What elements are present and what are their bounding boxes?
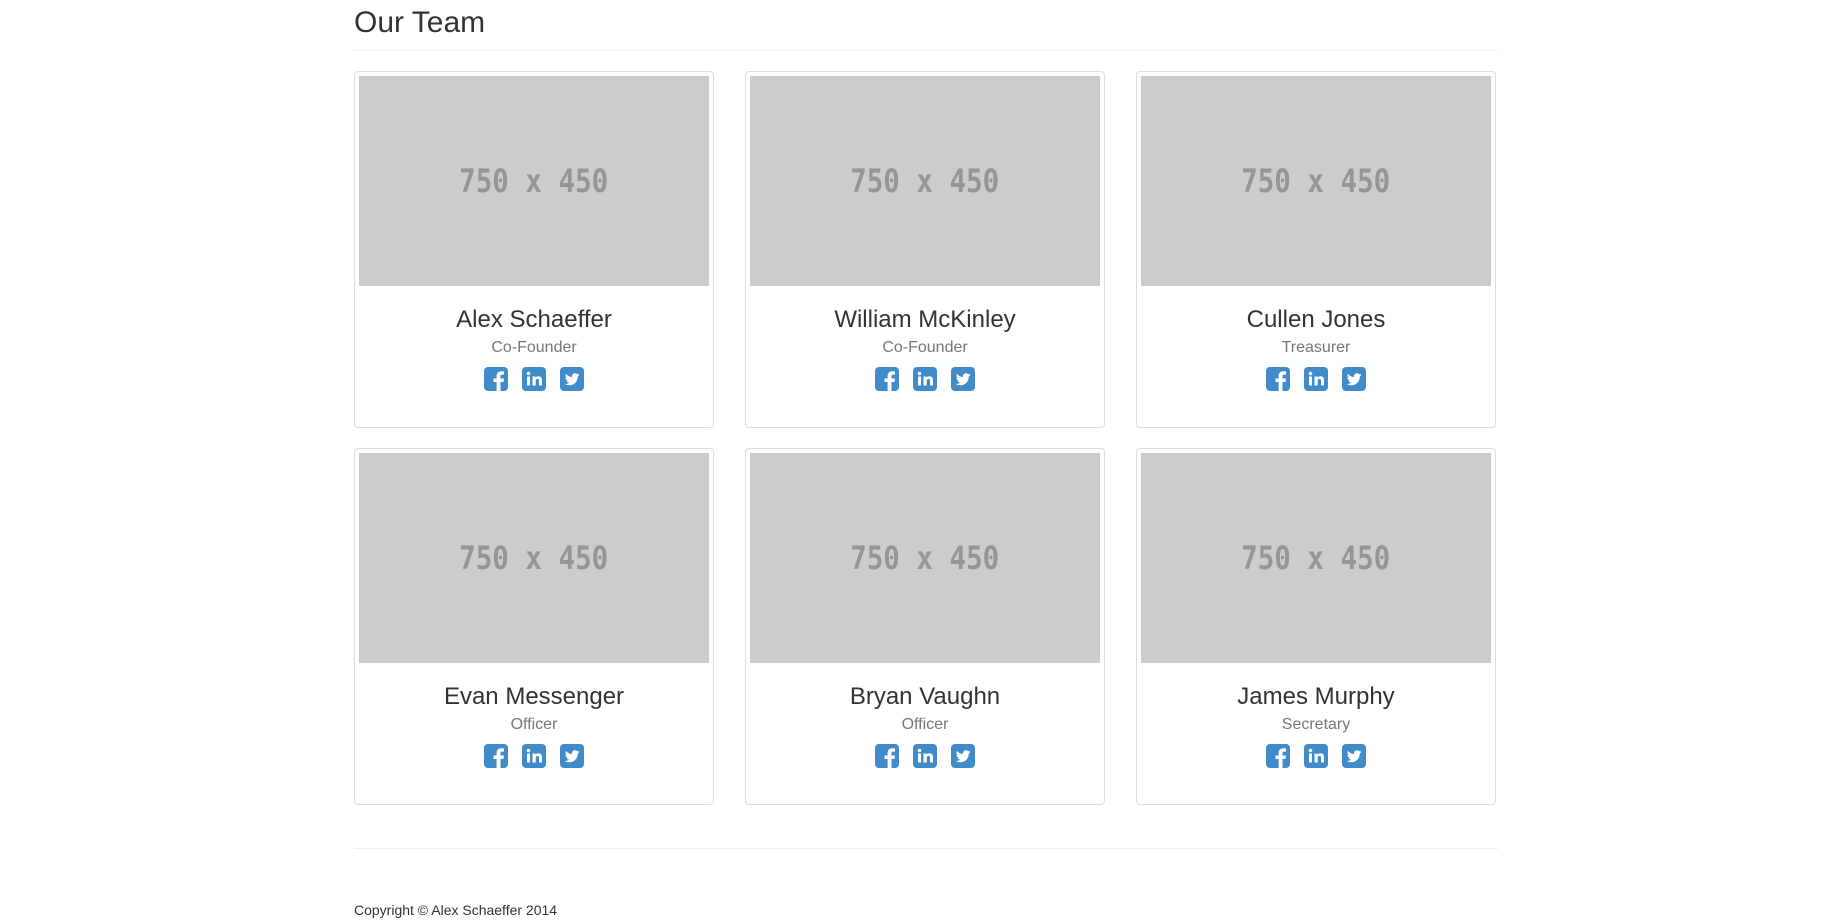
placeholder-dimensions-text: 750 x 450 xyxy=(459,162,609,200)
member-role: Co-Founder xyxy=(491,339,577,356)
member-caption: William McKinley Co-Founder xyxy=(746,306,1104,391)
main-container: Our Team 750 x 450 Alex Schaeffer Co-Fou… xyxy=(354,0,1498,918)
facebook-icon[interactable] xyxy=(484,367,508,391)
placeholder-dimensions-text: 750 x 450 xyxy=(1241,539,1391,577)
member-caption: Alex Schaeffer Co-Founder xyxy=(355,306,713,391)
member-name: Bryan Vaughn xyxy=(849,683,1001,710)
linkedin-icon[interactable] xyxy=(522,744,546,768)
twitter-icon[interactable] xyxy=(951,367,975,391)
linkedin-icon[interactable] xyxy=(913,367,937,391)
member-name: Evan Messenger xyxy=(443,683,625,710)
social-links xyxy=(1137,367,1495,391)
facebook-icon[interactable] xyxy=(1266,744,1290,768)
placeholder-dimensions-text: 750 x 450 xyxy=(850,162,1000,200)
social-links xyxy=(355,367,713,391)
member-photo-placeholder: 750 x 450 xyxy=(1141,76,1491,286)
member-role: Officer xyxy=(901,716,949,733)
team-member-card: 750 x 450 Alex Schaeffer Co-Founder xyxy=(354,71,714,428)
team-member-card: 750 x 450 William McKinley Co-Founder xyxy=(745,71,1105,428)
linkedin-icon[interactable] xyxy=(522,367,546,391)
team-member-card: 750 x 450 Bryan Vaughn Officer xyxy=(745,448,1105,805)
social-links xyxy=(746,744,1104,768)
team-member-card: 750 x 450 Evan Messenger Officer xyxy=(354,448,714,805)
page-title: Our Team xyxy=(354,6,486,39)
twitter-icon[interactable] xyxy=(560,367,584,391)
linkedin-icon[interactable] xyxy=(1304,744,1328,768)
footer-divider xyxy=(354,848,1498,849)
placeholder-dimensions-text: 750 x 450 xyxy=(459,539,609,577)
member-role: Officer xyxy=(510,716,558,733)
twitter-icon[interactable] xyxy=(560,744,584,768)
social-links xyxy=(746,367,1104,391)
twitter-icon[interactable] xyxy=(1342,744,1366,768)
member-photo-placeholder: 750 x 450 xyxy=(359,76,709,286)
member-role: Secretary xyxy=(1281,716,1351,733)
footer-copyright: Copyright © Alex Schaeffer 2014 xyxy=(354,902,558,918)
facebook-icon[interactable] xyxy=(875,367,899,391)
member-name: Cullen Jones xyxy=(1246,306,1386,333)
member-photo-placeholder: 750 x 450 xyxy=(359,453,709,663)
page-header: Our Team xyxy=(354,0,1498,51)
placeholder-dimensions-text: 750 x 450 xyxy=(850,539,1000,577)
facebook-icon[interactable] xyxy=(484,744,508,768)
linkedin-icon[interactable] xyxy=(913,744,937,768)
member-caption: James Murphy Secretary xyxy=(1137,683,1495,768)
member-caption: Evan Messenger Officer xyxy=(355,683,713,768)
member-photo-placeholder: 750 x 450 xyxy=(750,453,1100,663)
member-name: Alex Schaeffer xyxy=(456,306,612,333)
team-member-card: 750 x 450 James Murphy Secretary xyxy=(1136,448,1496,805)
social-links xyxy=(355,744,713,768)
member-caption: Bryan Vaughn Officer xyxy=(746,683,1104,768)
twitter-icon[interactable] xyxy=(1342,367,1366,391)
facebook-icon[interactable] xyxy=(1266,367,1290,391)
member-name: James Murphy xyxy=(1237,683,1395,710)
member-role: Treasurer xyxy=(1281,339,1351,356)
member-caption: Cullen Jones Treasurer xyxy=(1137,306,1495,391)
member-photo-placeholder: 750 x 450 xyxy=(750,76,1100,286)
twitter-icon[interactable] xyxy=(951,744,975,768)
member-photo-placeholder: 750 x 450 xyxy=(1141,453,1491,663)
team-grid: 750 x 450 Alex Schaeffer Co-Founder 750 … xyxy=(354,71,1498,805)
team-member-card: 750 x 450 Cullen Jones Treasurer xyxy=(1136,71,1496,428)
facebook-icon[interactable] xyxy=(875,744,899,768)
linkedin-icon[interactable] xyxy=(1304,367,1328,391)
member-name: William McKinley xyxy=(834,306,1016,333)
placeholder-dimensions-text: 750 x 450 xyxy=(1241,162,1391,200)
social-links xyxy=(1137,744,1495,768)
member-role: Co-Founder xyxy=(882,339,968,356)
